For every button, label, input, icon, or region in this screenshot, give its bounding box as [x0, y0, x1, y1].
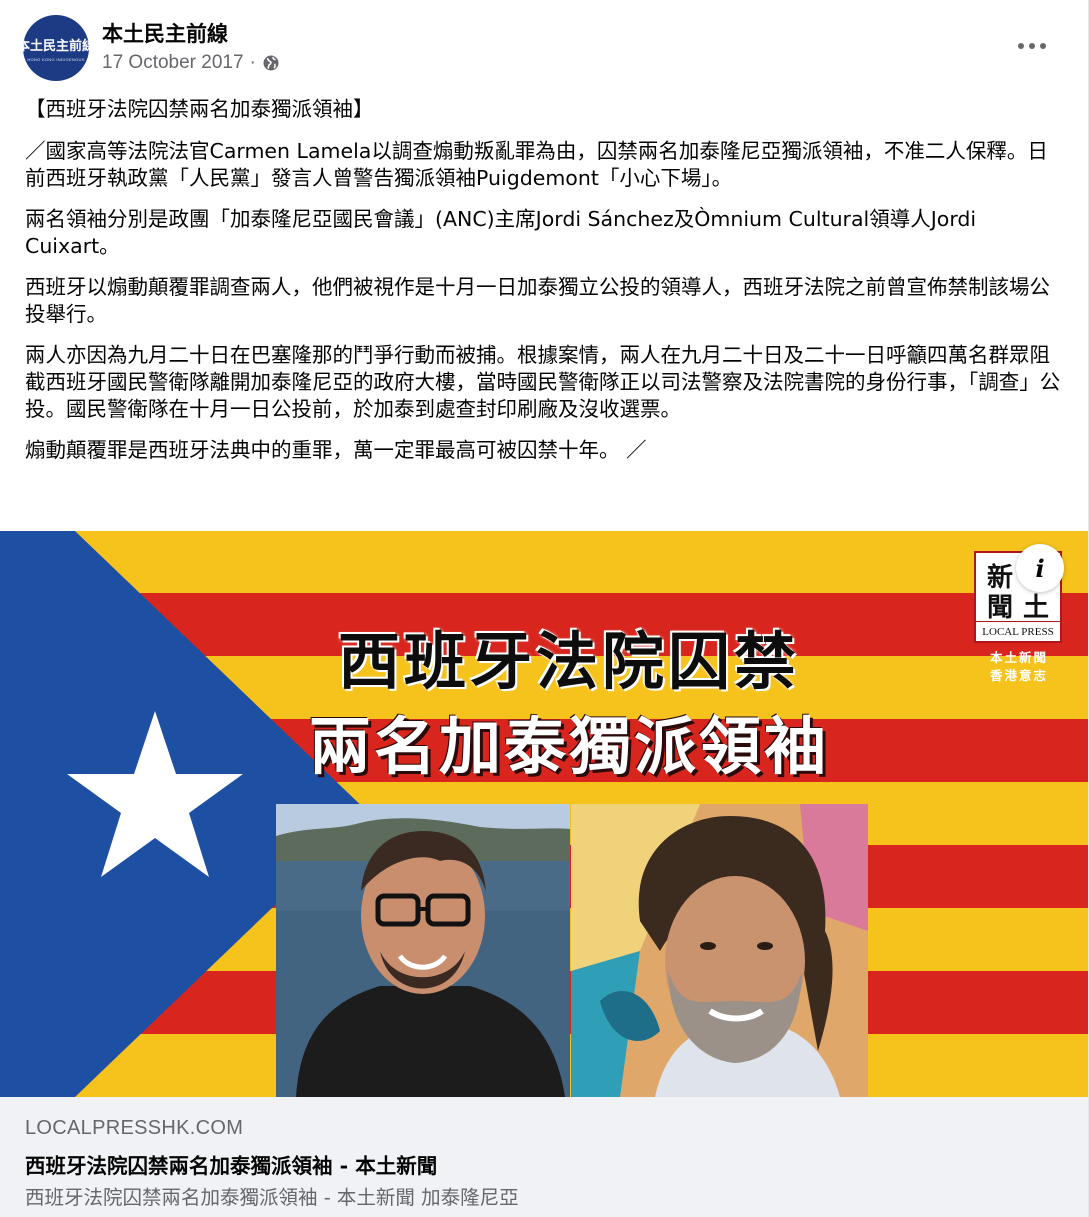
link-description: 西班牙法院囚禁兩名加泰獨派領袖 - 本土新聞 加泰隆尼亞 [25, 1186, 519, 1209]
post-text: 【西班牙法院囚禁兩名加泰獨派領袖】 ／國家高等法院法官Carmen Lamela… [25, 96, 1065, 478]
photo-jordi-sanchez [276, 804, 570, 1097]
facebook-post-card: 本土民主前線 HONG KONG INDIGENOUS 本土民主前線 17 Oc… [0, 0, 1089, 1217]
more-dot-icon [1040, 43, 1046, 49]
link-title[interactable]: 西班牙法院囚禁兩名加泰獨派領袖 - 本土新聞 [25, 1149, 437, 1179]
post-meta: 17 October 2017 · [102, 52, 280, 74]
post-paragraph: 兩人亦因為九月二十日在巴塞隆那的鬥爭行動而被捕。根據案情，兩人在九月二十日及二十… [25, 343, 1061, 421]
more-options-button[interactable] [1012, 30, 1052, 62]
photo-jordi-cuixart [571, 804, 868, 1097]
link-preview-footer[interactable]: LOCALPRESSHK.COM 西班牙法院囚禁兩名加泰獨派領袖 - 本土新聞 … [0, 1097, 1088, 1217]
globe-icon[interactable] [262, 54, 280, 72]
post-paragraph: 西班牙以煽動顛覆罪調查兩人，他們被視作是十月一日加泰獨立公投的領導人，西班牙法院… [25, 275, 1050, 326]
post-headline: 【西班牙法院囚禁兩名加泰獨派領袖】 [25, 97, 374, 121]
local-press-sub-line1: 本土新聞 [989, 650, 1048, 665]
info-icon[interactable]: i [1016, 544, 1064, 592]
preview-title-line1: 西班牙法院囚禁 [337, 625, 800, 698]
page-name-link[interactable]: 本土民主前線 [102, 18, 228, 48]
link-preview-image[interactable]: 西班牙法院囚禁 兩名加泰獨派領袖 新本 聞土 LOCAL PRESS 本土新聞 … [0, 531, 1088, 1097]
preview-title-line2: 兩名加泰獨派領袖 [308, 710, 829, 783]
logo-char: 聞 [986, 593, 1013, 623]
post-paragraph: 煽動顛覆罪是西班牙法典中的重罪，萬一定罪最高可被囚禁十年。 ／ [25, 438, 647, 462]
local-press-logo-en: LOCAL PRESS [976, 621, 1060, 641]
page-avatar[interactable]: 本土民主前線 HONG KONG INDIGENOUS [23, 15, 89, 81]
post-date-link[interactable]: 17 October 2017 [102, 52, 244, 74]
more-dot-icon [1018, 43, 1024, 49]
avatar-logo-text: 本土民主前線 [23, 38, 89, 54]
post-paragraph: ／國家高等法院法官Carmen Lamela以調查煽動叛亂罪為由，囚禁兩名加泰隆… [25, 139, 1048, 190]
local-press-subtitle: 本土新聞 香港意志 [980, 649, 1058, 685]
more-dot-icon [1029, 43, 1035, 49]
logo-char: 新 [986, 563, 1013, 593]
avatar-logo-subtext: HONG KONG INDIGENOUS [27, 56, 85, 62]
local-press-sub-line2: 香港意志 [989, 668, 1048, 683]
post-paragraph: 兩名領袖分別是政團「加泰隆尼亞國民會議」(ANC)主席Jordi Sánchez… [25, 207, 977, 258]
link-domain: LOCALPRESSHK.COM [25, 1117, 244, 1139]
logo-char: 土 [1022, 593, 1049, 623]
meta-separator: · [249, 52, 256, 73]
